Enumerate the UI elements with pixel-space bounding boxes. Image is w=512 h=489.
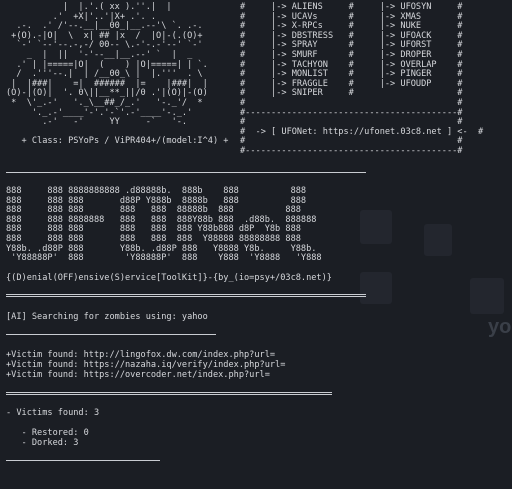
logo-line: 888 888 888 d88P Y888b 8888b 888 888 [6, 195, 307, 206]
desktop-icon [360, 272, 392, 304]
logo-line: 888 888 888 888 888 888 Y88888 88888888 … [6, 234, 301, 244]
dorked-count: - Dorked: 3 [6, 438, 79, 448]
banner-line: (O)-|(O)| '. 0\||__**_||/0 .'|(O)|-(O) [6, 88, 208, 99]
menu-line: # |-> DBSTRESS # |-> UFOACK # [240, 30, 463, 41]
desktop-icon [470, 278, 504, 314]
banner-line: .-. .' /'--.__|__00_|__.--'\ `. .-. [6, 21, 203, 32]
logo-line: 888 888 888 888 888 888 Y88b888 d8P Y8b … [6, 224, 301, 235]
divider [6, 172, 366, 173]
banner-line: + Class: PSYoPs / ViPR404+/(model:I^4) + [6, 136, 229, 147]
logo-line: 888 888 888 888 888 88888b 888 888 [6, 205, 301, 216]
menu-line: # # [240, 98, 463, 108]
victim-line: +Victim found: http://lingofox.dw.com/in… [6, 350, 276, 360]
banner-line: * \'_.-' '._\__##_/_.' '-._'/ * [6, 98, 203, 108]
divider [6, 334, 216, 335]
victims-found-count: - Victims found: 3 [6, 408, 100, 418]
banner-line: .-' -' YY -` '-. [6, 117, 188, 128]
menu-line: # # [240, 136, 463, 147]
desktop-icon [360, 210, 392, 244]
logo-line: 888 888 8888888888 .d88888b. 888b 888 88… [6, 186, 307, 196]
logo-line: 'Y88888P' 888 'Y88888P' 888 Y888 'Y8888 … [6, 253, 322, 264]
menu-line: # |-> SPRAY # |-> UFORST # [240, 40, 463, 51]
menu-line: # |-> UCAVs # |-> XMAS # [240, 11, 463, 22]
banner-line: .' | |=====|O| ( ) |O|=====| | `. [6, 59, 208, 70]
desktop-ghost-text: you [488, 316, 512, 338]
search-status-line: [AI] Searching for zombies using: yahoo [6, 312, 208, 322]
menu-line: #---------------------------------------… [240, 107, 463, 118]
menu-line: # |-> X-RPCs # |-> NUKE # [240, 21, 463, 32]
desktop-icon [424, 224, 452, 256]
menu-line: #---------------------------------------… [240, 146, 463, 156]
tagline: {(D)enial(OFF)ensive(S)ervice[ToolKit]}-… [6, 273, 332, 283]
divider [6, 294, 366, 297]
banner-line: / .'''--.| | /__00_\ | |.''' . \ [6, 69, 203, 80]
menu-line: # |-> SNIPER # # [240, 88, 463, 99]
restored-count: - Restored: 0 [6, 428, 89, 438]
divider [6, 392, 332, 395]
banner-line: `-' `--'--.-,-/ 00-- \.-'-.-'--' `-' [6, 40, 203, 51]
logo-line: 888 888 8888888 888 888 888Y88b 888 .d88… [6, 214, 317, 225]
menu-line: # |-> FRAGGLE # |-> UFOUDP # [240, 78, 463, 89]
banner-line: | |###| =| ###### |= |###| | [6, 78, 208, 89]
menu-line: # -> [ UFONet: https://ufonet.03c8.net ]… [240, 126, 484, 137]
menu-line: # # [240, 117, 463, 128]
logo-line: Y88b. .d88P 888 Y88b. .d88P 888 Y8888 Y8… [6, 243, 317, 254]
divider [6, 460, 160, 461]
menu-line: # |-> SMURF # |-> DROPER # [240, 50, 463, 60]
banner-line: _ | || '-'--__|__.--' ` | _ [6, 50, 193, 60]
banner-line: | |.'.( xx ).''.| | [6, 2, 172, 12]
menu-line: # |-> TACHYON # |-> OVERLAP # [240, 59, 463, 70]
terminal-window[interactable]: you | |.'.( xx ).''.| | .' +X|'..'|X+ .'… [0, 0, 512, 489]
menu-line: # |-> MONLIST # |-> PINGER # [240, 69, 463, 80]
victim-line: +Victim found: https://overcoder.net/ind… [6, 370, 270, 380]
victim-line: +Victim found: https://nazaha.iq/verify/… [6, 360, 286, 370]
menu-line: # |-> ALIENS # |-> UFOSYN # [240, 2, 463, 12]
